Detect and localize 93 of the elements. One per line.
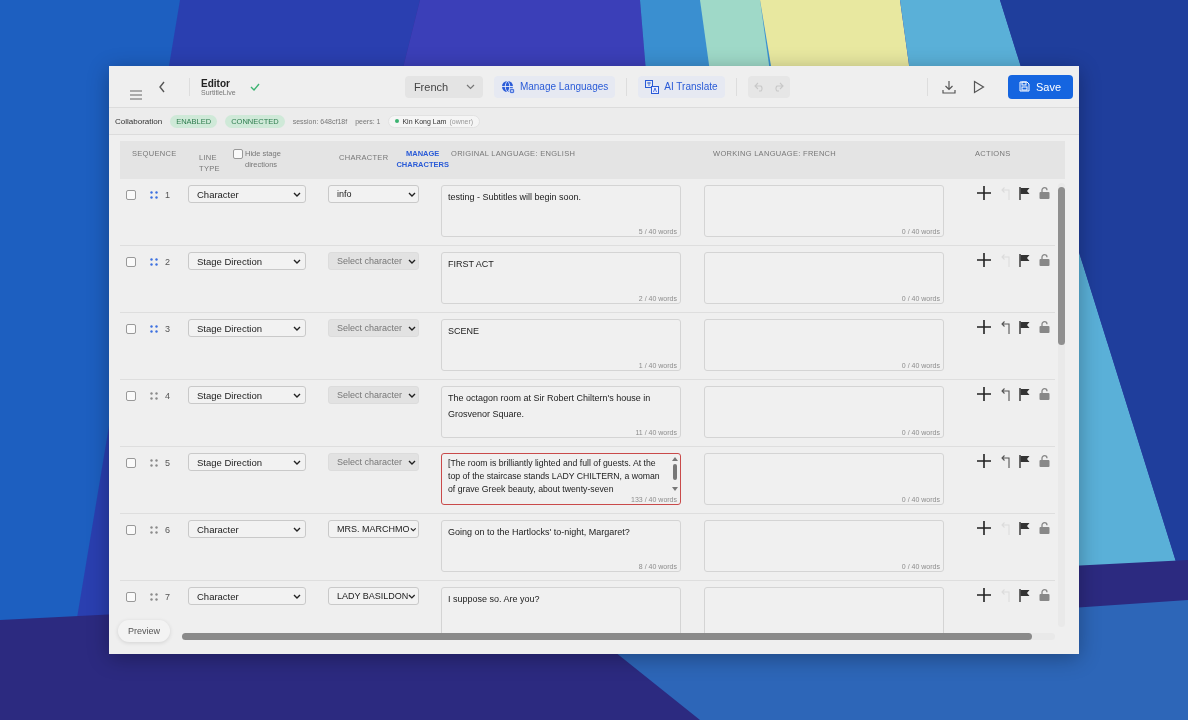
flag-icon[interactable] <box>1019 253 1030 267</box>
line-type-select[interactable]: Character <box>188 587 306 605</box>
unlock-icon[interactable] <box>1039 187 1050 199</box>
line-type-select[interactable]: Stage Direction <box>188 252 306 270</box>
download-icon[interactable] <box>941 79 956 94</box>
chevron-down-icon <box>408 325 416 331</box>
vertical-scrollbar[interactable] <box>1058 183 1065 627</box>
chevron-down-icon <box>293 258 301 264</box>
plus-icon[interactable] <box>977 186 991 200</box>
revert-icon[interactable] <box>1000 454 1010 468</box>
plus-icon[interactable] <box>977 253 991 267</box>
chevron-down-icon <box>293 191 301 197</box>
revert-icon[interactable] <box>1000 320 1010 334</box>
chevron-down-icon <box>408 593 416 599</box>
chevron-down-icon <box>408 191 416 197</box>
flag-icon[interactable] <box>1019 454 1030 468</box>
scrollbar-icon[interactable] <box>672 457 678 491</box>
speaker-select[interactable]: info <box>328 185 419 203</box>
revert-icon[interactable] <box>1000 387 1010 401</box>
line-number: 1 <box>165 190 170 200</box>
row-checkbox[interactable] <box>126 391 136 401</box>
row-checkbox[interactable] <box>126 458 136 468</box>
plus-icon[interactable] <box>977 521 991 535</box>
chevron-down-icon <box>408 258 416 264</box>
row-checkbox[interactable] <box>126 190 136 200</box>
chevron-down-icon <box>465 83 475 90</box>
drag-handle-icon[interactable] <box>150 459 158 467</box>
flag-icon[interactable] <box>1019 521 1030 535</box>
unlock-icon[interactable] <box>1039 589 1050 601</box>
speaker-select[interactable]: Select character <box>328 453 419 471</box>
chevron-down-icon <box>293 325 301 331</box>
horizontal-scrollbar[interactable] <box>182 633 1055 640</box>
line-type-select[interactable]: Stage Direction <box>188 453 306 471</box>
drag-handle-icon[interactable] <box>150 526 158 534</box>
row-checkbox[interactable] <box>126 592 136 602</box>
globe-icon <box>500 79 515 94</box>
drag-handle-icon[interactable] <box>150 392 158 400</box>
chevron-down-icon <box>409 526 416 532</box>
speaker-select[interactable]: LADY BASILDON <box>328 587 419 605</box>
chevron-down-icon <box>408 392 416 398</box>
line-number: 6 <box>165 525 170 535</box>
line-number: 7 <box>165 592 170 602</box>
drag-handle-icon[interactable] <box>150 593 158 601</box>
back-icon[interactable] <box>158 80 166 93</box>
ai-translate-button[interactable]: AI Translate <box>638 75 725 98</box>
plus-icon[interactable] <box>977 320 991 334</box>
unlock-icon[interactable] <box>1039 522 1050 534</box>
unlock-icon[interactable] <box>1039 455 1050 467</box>
translation-text-field[interactable] <box>704 587 944 633</box>
drag-handle-icon[interactable] <box>150 191 158 199</box>
line-number: 5 <box>165 458 170 468</box>
speaker-select[interactable]: Select character <box>328 252 419 270</box>
plus-icon[interactable] <box>977 387 991 401</box>
language-select[interactable]: French <box>404 75 483 98</box>
unlock-icon[interactable] <box>1039 321 1050 333</box>
line-type-select[interactable]: Stage Direction <box>188 319 306 337</box>
flag-icon[interactable] <box>1019 588 1030 602</box>
line-type-select[interactable]: Stage Direction <box>188 386 306 404</box>
flag-icon[interactable] <box>1019 387 1030 401</box>
preview-button[interactable]: Preview <box>118 620 170 642</box>
save-icon <box>1018 81 1030 92</box>
chevron-down-icon <box>293 593 301 599</box>
line-number: 4 <box>165 391 170 401</box>
unlock-icon[interactable] <box>1039 388 1050 400</box>
flag-icon[interactable] <box>1019 320 1030 334</box>
unlock-icon[interactable] <box>1039 254 1050 266</box>
row-checkbox[interactable] <box>126 525 136 535</box>
speaker-select[interactable]: Select character <box>328 386 419 404</box>
flag-icon[interactable] <box>1019 186 1030 200</box>
chevron-down-icon <box>293 459 301 465</box>
translate-icon <box>645 79 660 94</box>
line-type-select[interactable]: Character <box>188 520 306 538</box>
menu-icon[interactable] <box>129 88 143 101</box>
drag-handle-icon[interactable] <box>150 258 158 266</box>
speaker-select[interactable]: Select character <box>328 319 419 337</box>
line-number: 2 <box>165 257 170 267</box>
drag-handle-icon[interactable] <box>150 325 158 333</box>
plus-icon[interactable] <box>977 588 991 602</box>
editor-title: Editor <box>201 77 231 89</box>
line-type-select[interactable]: Character <box>188 185 306 203</box>
original-text-field[interactable]: I suppose so. Are you? <box>441 587 681 633</box>
manage-languages-button[interactable]: Manage Languages <box>493 75 616 98</box>
row-checkbox[interactable] <box>126 324 136 334</box>
chevron-down-icon <box>293 392 301 398</box>
chevron-down-icon <box>408 459 416 465</box>
chevron-down-icon <box>293 526 301 532</box>
row-checkbox[interactable] <box>126 257 136 267</box>
save-button[interactable]: Save <box>1007 74 1073 99</box>
collaboration-label: Collaboration <box>115 116 163 126</box>
speaker-select[interactable]: MRS. MARCHMO <box>328 520 419 538</box>
plus-icon[interactable] <box>977 454 991 468</box>
line-number: 3 <box>165 324 170 334</box>
play-icon[interactable] <box>972 79 985 94</box>
